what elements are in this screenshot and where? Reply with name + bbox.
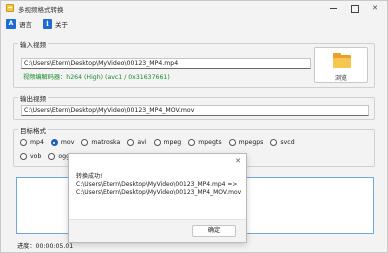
menu-about[interactable]: i 关于 [43,18,68,30]
format-option-matroska[interactable]: matroska [81,139,120,146]
menu-language[interactable]: A 语言 [6,18,32,30]
browse-label: 浏览 [334,75,347,82]
menu-bar: A 语言 i 关于 [1,17,387,31]
format-option-vob[interactable]: vob [20,153,41,160]
success-dialog: ✕ 转换成功! C:\Users\Etern\Desktop\MyVideo\0… [68,153,247,243]
target-group-title: 目标格式 [18,125,48,135]
radio-icon [270,139,278,146]
progress-label: 进度：00:00:05.01 [17,243,74,250]
output-group-title: 输出视频 [18,93,48,103]
menu-about-label: 关于 [55,21,68,29]
language-icon: A [6,19,16,29]
app-icon [6,4,14,12]
radio-icon [153,139,161,146]
folder-icon [333,53,351,68]
menu-language-label: 语言 [19,21,32,29]
ok-button[interactable]: 确定 [192,225,236,237]
dialog-message-source: C:\Users\Etern\Desktop\MyVideo\00123_MP4… [76,181,238,188]
dialog-message-title: 转换成功! [76,173,103,180]
output-path-field[interactable]: C:\Users\Etern\Desktop\MyVideo\00123_MP4… [21,105,369,116]
browse-button[interactable]: 浏览 [314,47,368,83]
dialog-footer: 确定 [69,219,246,242]
dialog-message-target: C:\Users\Etern\Desktop\MyVideo\00123_MP4… [76,189,242,196]
dialog-close-icon[interactable]: ✕ [235,157,241,165]
output-video-group: 输出视频 C:\Users\Etern\Desktop\MyVideo\0012… [13,93,375,120]
format-option-avi[interactable]: avi [127,139,147,146]
radio-icon [228,139,236,146]
radio-icon [20,139,27,146]
format-option-mpegps[interactable]: mpegps [228,139,263,146]
codec-info: 视频编解码器：h264 (High) (avc1 / 0x31637661) [23,74,170,81]
radio-checked-icon [50,139,58,146]
format-option-mov[interactable]: mov [50,139,74,146]
app-window: 多视频格式转换 ✕ A 语言 i 关于 输入视频 C:\Users\Etern\… [0,0,388,253]
format-option-mp4[interactable]: mp4 [20,139,44,146]
info-icon: i [43,19,52,29]
close-icon[interactable]: ✕ [365,1,385,15]
format-option-mpeg[interactable]: mpeg [153,139,181,146]
format-option-ogg[interactable]: ogg [48,153,70,160]
radio-icon [20,153,27,160]
maximize-icon[interactable] [345,1,365,15]
input-video-group: 输入视频 C:\Users\Etern\Desktop\MyVideo\0012… [13,39,375,88]
format-option-svcd[interactable]: svcd [270,139,295,146]
dialog-message: 转换成功! C:\Users\Etern\Desktop\MyVideo\001… [76,173,241,197]
radio-icon [188,139,196,146]
title-bar[interactable]: 多视频格式转换 ✕ [1,1,387,17]
format-option-mpegts[interactable]: mpegts [188,139,222,146]
radio-icon [48,153,56,160]
minimize-icon[interactable] [324,1,344,15]
format-row-1: mp4 mov matroska avi mpeg mpegts mpegps … [20,139,302,146]
radio-icon [81,139,89,146]
input-group-title: 输入视频 [18,39,48,49]
radio-icon [127,139,135,146]
input-path-field[interactable]: C:\Users\Etern\Desktop\MyVideo\00123_MP4… [21,58,311,69]
window-title: 多视频格式转换 [18,6,64,14]
